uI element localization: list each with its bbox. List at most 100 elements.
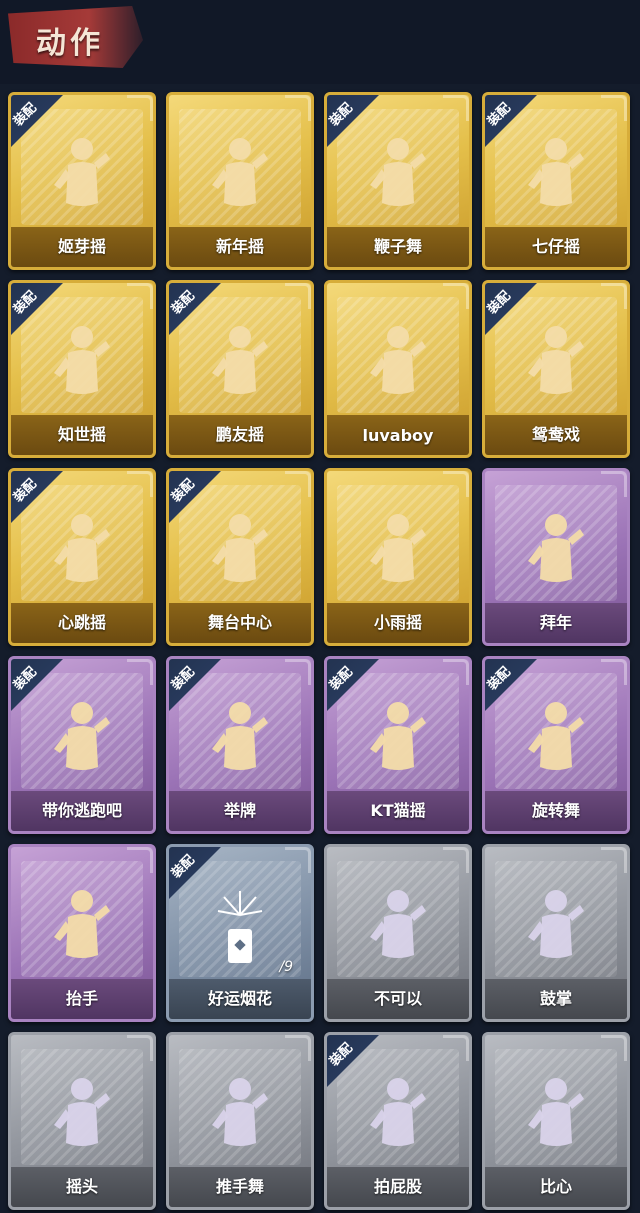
heart-hand-icon	[528, 1078, 584, 1146]
emote-name: 带你逃跑吧	[41, 801, 122, 820]
dance-figure-icon	[370, 514, 426, 582]
emote-name: 知世摇	[57, 425, 106, 444]
emote-card[interactable]: 鼓掌	[482, 844, 630, 1022]
emote-name: 姬芽摇	[57, 237, 106, 256]
card-frame-ornament	[443, 471, 469, 497]
emote-name: 七仔摇	[531, 237, 580, 256]
emote-name: 好运烟花	[207, 989, 272, 1008]
emote-card[interactable]: 装配/9 好运烟花	[166, 844, 314, 1022]
emote-name: 比心	[539, 1177, 572, 1196]
dance-figure-icon	[212, 514, 268, 582]
dance-figure-icon	[212, 138, 268, 206]
emote-card[interactable]: 小雨摇	[324, 468, 472, 646]
emote-card[interactable]: 装配 举牌	[166, 656, 314, 834]
dance-figure-icon	[370, 326, 426, 394]
emote-name: 鼓掌	[539, 989, 572, 1008]
emote-card[interactable]: 不可以	[324, 844, 472, 1022]
emote-card[interactable]: luvaboy	[324, 280, 472, 458]
emote-card[interactable]: 装配 拍屁股	[324, 1032, 472, 1210]
emote-name: 鹏友摇	[215, 425, 264, 444]
clap-icon	[528, 890, 584, 958]
emote-grid: 装配 姬芽摇新年摇 装配 鞭子舞 装配 七仔摇装配 知世摇 装配 鹏友摇 luvaboy 装配 鸳鸯戏…	[0, 84, 640, 1213]
raise-hand-figure-icon	[54, 890, 110, 958]
card-frame-ornament	[285, 95, 311, 121]
emote-name: KT猫摇	[370, 801, 426, 820]
dance-figure-icon	[528, 138, 584, 206]
emote-name: 心跳摇	[57, 613, 106, 632]
emote-name: 鞭子舞	[373, 237, 422, 256]
dance-figure-icon	[370, 702, 426, 770]
header: 动作	[0, 0, 640, 84]
item-count: /9	[279, 959, 293, 975]
emote-name: 小雨摇	[373, 613, 422, 632]
dance-figure-icon	[54, 326, 110, 394]
emote-name: 新年摇	[215, 237, 264, 256]
card-frame-ornament	[285, 1035, 311, 1061]
emote-name: luvaboy	[362, 426, 434, 445]
emote-card[interactable]: 装配 鹏友摇	[166, 280, 314, 458]
sign-figure-icon	[212, 702, 268, 770]
finger-wag-icon	[370, 890, 426, 958]
card-frame-ornament	[601, 471, 627, 497]
emote-name: 举牌	[223, 801, 256, 820]
emote-card[interactable]: 摇头	[8, 1032, 156, 1210]
emote-card[interactable]: 装配 舞台中心	[166, 468, 314, 646]
card-frame-ornament	[443, 659, 469, 685]
emote-card[interactable]: 装配 旋转舞	[482, 656, 630, 834]
shake-head-figure-icon	[54, 1078, 110, 1146]
emote-card[interactable]: 装配 KT猫摇	[324, 656, 472, 834]
dance-figure-icon	[54, 514, 110, 582]
emote-card[interactable]: 抬手	[8, 844, 156, 1022]
card-frame-ornament	[601, 847, 627, 873]
card-frame-ornament	[601, 95, 627, 121]
emote-card[interactable]: 装配 七仔摇	[482, 92, 630, 270]
emote-card[interactable]: 装配 鸳鸯戏	[482, 280, 630, 458]
card-frame-ornament	[127, 95, 153, 121]
emote-name: 拍屁股	[373, 1177, 422, 1196]
card-frame-ornament	[443, 95, 469, 121]
emote-card[interactable]: 装配 带你逃跑吧	[8, 656, 156, 834]
spin-figure-icon	[528, 702, 584, 770]
card-frame-ornament	[127, 847, 153, 873]
emote-name: 摇头	[65, 1177, 98, 1196]
slap-figure-icon	[370, 1078, 426, 1146]
card-frame-ornament	[285, 847, 311, 873]
card-frame-ornament	[601, 659, 627, 685]
card-frame-ornament	[443, 847, 469, 873]
emote-card[interactable]: 拜年	[482, 468, 630, 646]
firework-icon	[217, 891, 263, 963]
emote-card[interactable]: 装配 鞭子舞	[324, 92, 472, 270]
emote-name: 不可以	[373, 989, 422, 1008]
emote-card[interactable]: 比心	[482, 1032, 630, 1210]
card-frame-ornament	[127, 283, 153, 309]
emote-name: 鸳鸯戏	[531, 425, 580, 444]
emote-name: 旋转舞	[531, 801, 580, 820]
emote-name: 舞台中心	[207, 613, 272, 632]
emote-name: 抬手	[65, 989, 98, 1008]
card-frame-ornament	[127, 471, 153, 497]
card-frame-ornament	[127, 1035, 153, 1061]
card-frame-ornament	[601, 283, 627, 309]
emote-card[interactable]: 推手舞	[166, 1032, 314, 1210]
dance-figure-icon	[54, 138, 110, 206]
emote-name: 推手舞	[215, 1177, 264, 1196]
emote-name: 拜年	[539, 613, 572, 632]
dance-figure-icon	[54, 702, 110, 770]
card-frame-ornament	[443, 283, 469, 309]
page-title: 动作	[36, 26, 104, 61]
emote-card[interactable]: 装配 知世摇	[8, 280, 156, 458]
bow-figure-icon	[528, 514, 584, 582]
card-frame-ornament	[285, 471, 311, 497]
card-frame-ornament	[285, 659, 311, 685]
card-frame-ornament	[443, 1035, 469, 1061]
card-frame-ornament	[285, 283, 311, 309]
card-frame-ornament	[601, 1035, 627, 1061]
emote-card[interactable]: 装配 心跳摇	[8, 468, 156, 646]
emote-card[interactable]: 装配 姬芽摇	[8, 92, 156, 270]
dance-figure-icon	[528, 326, 584, 394]
push-dance-figure-icon	[212, 1078, 268, 1146]
card-frame-ornament	[127, 659, 153, 685]
dance-figure-icon	[212, 326, 268, 394]
dance-figure-icon	[370, 138, 426, 206]
emote-card[interactable]: 新年摇	[166, 92, 314, 270]
